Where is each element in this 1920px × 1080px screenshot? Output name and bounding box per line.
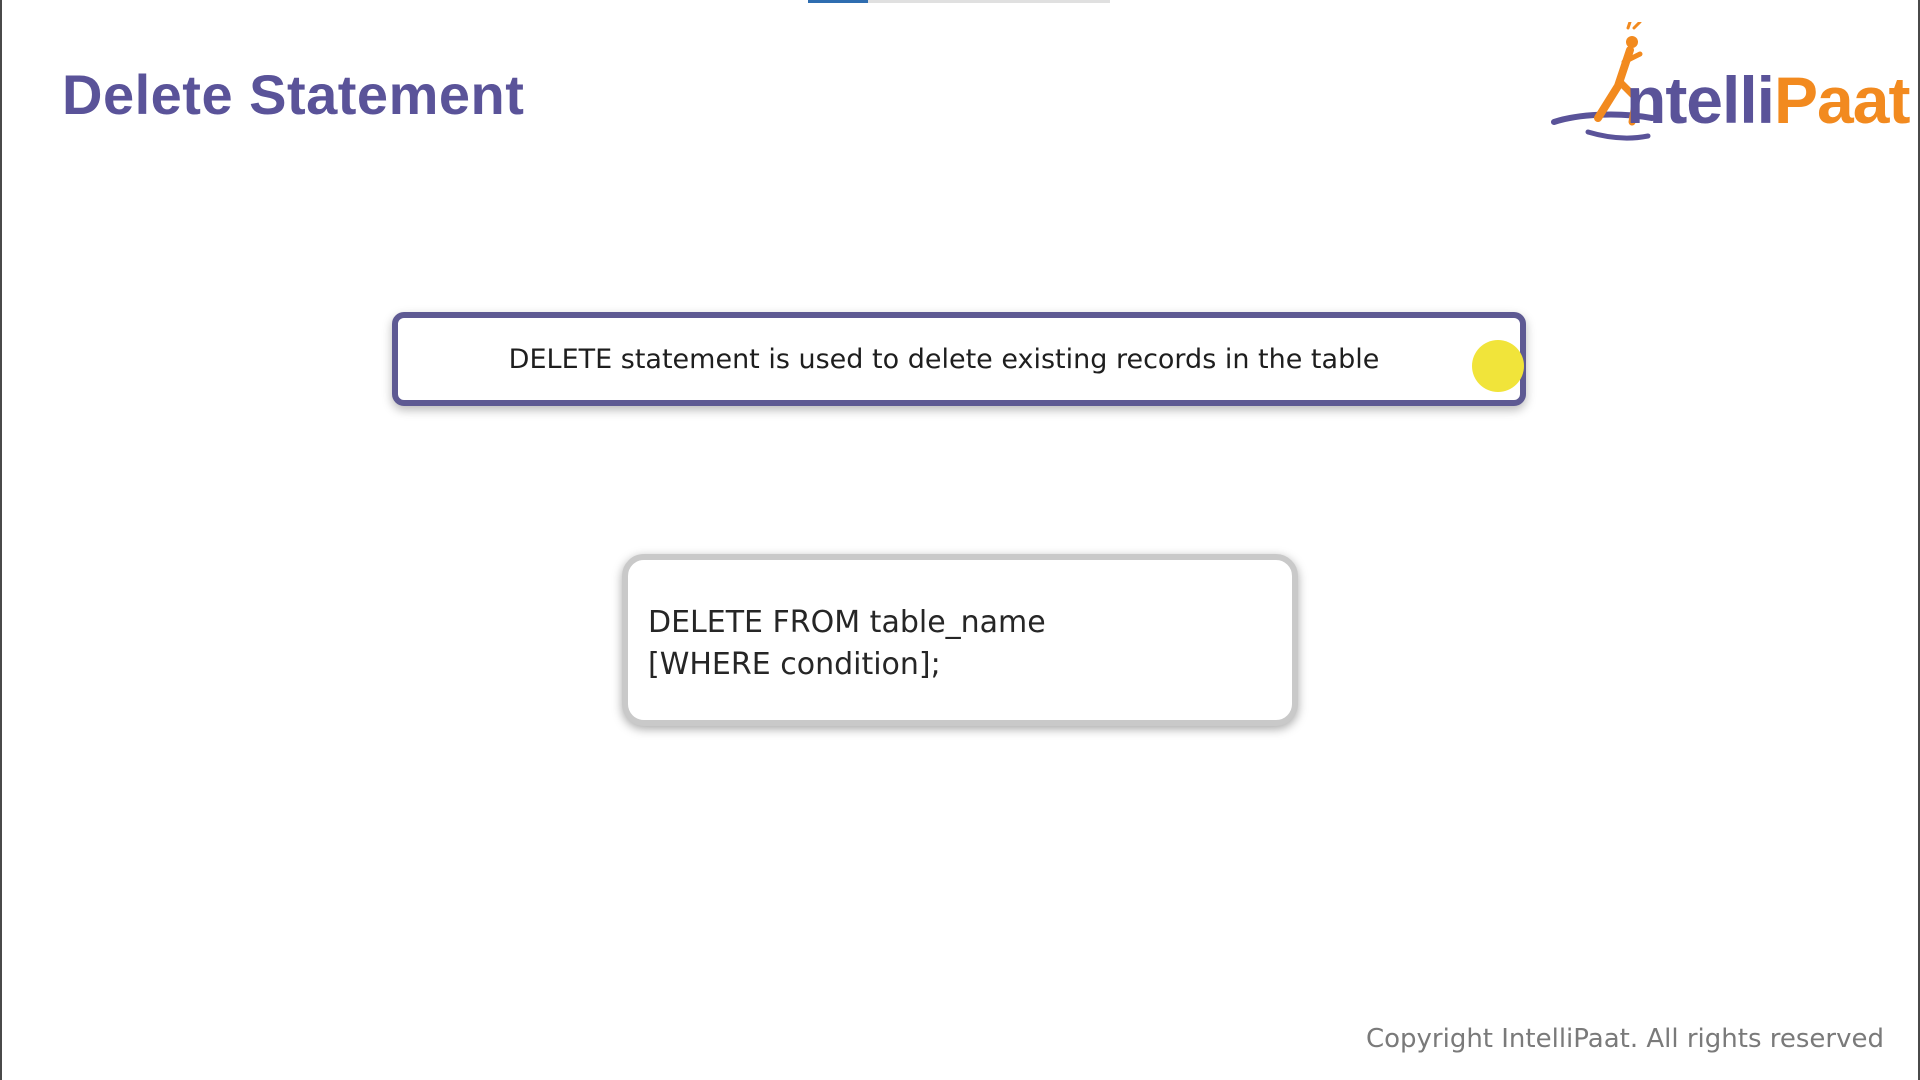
definition-box: DELETE statement is used to delete exist… xyxy=(392,312,1526,406)
logo-text-paat: Paat xyxy=(1774,63,1910,137)
logo-text-intelli: ntelli xyxy=(1626,63,1775,137)
intellipaat-logo: ntelliPaat xyxy=(1548,22,1910,152)
syntax-line-1: DELETE FROM table_name xyxy=(648,605,1046,640)
logo-wordmark: ntelliPaat xyxy=(1626,62,1910,138)
slide-title: Delete Statement xyxy=(62,63,525,126)
definition-text: DELETE statement is used to delete exist… xyxy=(508,343,1380,375)
syntax-line-2: [WHERE condition]; xyxy=(648,647,941,682)
copyright-text: Copyright IntelliPaat. All rights reserv… xyxy=(1365,1024,1884,1054)
video-progress-bar[interactable] xyxy=(808,0,1110,3)
slide: Delete Statement ntelliPaat DELETE state… xyxy=(0,0,1920,1080)
laser-pointer-dot xyxy=(1472,340,1524,392)
video-progress-fill xyxy=(808,0,869,3)
syntax-box: DELETE FROM table_name [WHERE condition]… xyxy=(622,554,1298,726)
left-edge-divider xyxy=(0,0,2,1080)
